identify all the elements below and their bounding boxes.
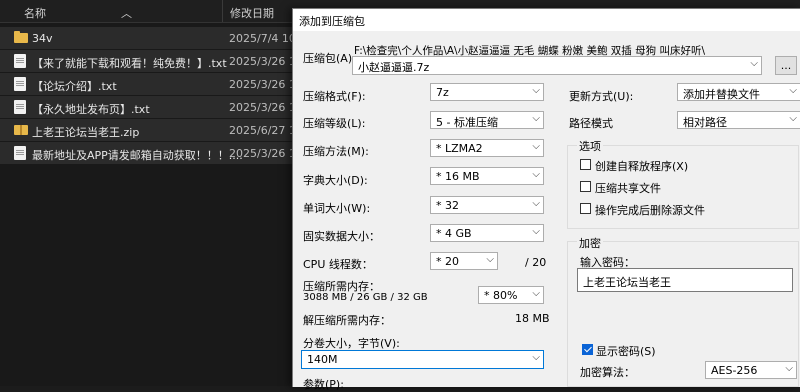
level-label: 压缩等级(L):	[303, 117, 366, 130]
chevron-down-icon: ⌵	[789, 85, 797, 96]
chevron-down-icon: ⌵	[789, 113, 797, 124]
chevron-down-icon: ⌵	[532, 288, 540, 299]
sort-up-icon[interactable]: ︿	[121, 5, 132, 21]
path-mode-value: 相对路径	[683, 116, 727, 129]
mem-decomp-value: 18 MB	[515, 312, 550, 325]
chevron-down-icon: ⌵	[532, 169, 540, 180]
dict-select[interactable]: * 16 MB ⌵	[430, 167, 544, 185]
column-name[interactable]: 名称	[24, 5, 46, 21]
file-name: 34v	[32, 32, 53, 45]
method-label: 压缩方法(M):	[303, 145, 369, 158]
file-name: 【论坛介绍】.txt	[32, 80, 117, 93]
sfx-label[interactable]: 创建自释放程序(X)	[595, 158, 688, 174]
archive-name-combo[interactable]: 小赵逼逼逼.7z ⌵	[352, 56, 762, 75]
method-select[interactable]: * LZMA2 ⌵	[430, 139, 544, 157]
shared-files-label[interactable]: 压缩共享文件	[595, 180, 661, 196]
chevron-down-icon: ⌵	[532, 113, 540, 124]
add-to-archive-dialog: 添加到压缩包 压缩包(A): F:\检查完\个人作品\A\小赵逼逼逼 无毛 蝴蝶…	[292, 8, 800, 391]
update-mode-value: 添加并替换文件	[683, 88, 760, 101]
split-size-combo[interactable]: 140M ⌵	[301, 350, 544, 369]
dialog-title: 添加到压缩包	[299, 15, 365, 28]
mem-decomp-label: 解压缩所需内存：	[303, 314, 391, 327]
update-mode-select[interactable]: 添加并替换文件 ⌵	[677, 83, 800, 101]
chevron-down-icon: ⌵	[532, 198, 540, 209]
enc-method-value: AES-256	[711, 364, 758, 377]
chevron-down-icon: ⌵	[486, 254, 494, 265]
cpu-value: * 20	[436, 255, 459, 268]
options-title: 选项	[577, 138, 603, 154]
format-select[interactable]: 7z ⌵	[430, 83, 544, 101]
format-label: 压缩格式(F):	[303, 90, 366, 103]
chevron-down-icon: ⌵	[785, 363, 793, 374]
show-password-checkbox[interactable]	[582, 344, 593, 355]
encryption-title: 加密	[577, 235, 603, 251]
solid-select[interactable]: * 4 GB ⌵	[430, 224, 544, 242]
txt-file-icon	[14, 77, 26, 91]
archive-label: 压缩包(A):	[303, 52, 356, 65]
zip-file-icon	[14, 125, 28, 135]
column-divider[interactable]	[222, 0, 223, 22]
chevron-down-icon[interactable]: ⌵	[532, 352, 540, 363]
sfx-checkbox[interactable]	[580, 159, 591, 170]
params-label: 参数(P):	[303, 378, 344, 391]
shared-files-checkbox[interactable]	[580, 181, 591, 192]
txt-file-icon	[14, 100, 26, 114]
dict-label: 字典大小(D):	[303, 174, 368, 187]
mem-percent-value: * 80%	[484, 289, 518, 302]
password-input[interactable]: 上老王论坛当老王	[577, 268, 793, 292]
delete-source-label[interactable]: 操作完成后删除源文件	[595, 202, 705, 218]
path-mode-select[interactable]: 相对路径 ⌵	[677, 111, 800, 129]
browse-button[interactable]: ...	[775, 56, 797, 75]
password-value: 上老王论坛当老王	[583, 276, 671, 289]
txt-file-icon	[14, 146, 26, 160]
file-name: 上老王论坛当老王.zip	[32, 126, 140, 139]
level-value: 5 - 标准压缩	[436, 116, 498, 129]
level-select[interactable]: 5 - 标准压缩 ⌵	[430, 111, 544, 129]
dialog-titlebar[interactable]: 添加到压缩包	[293, 9, 800, 31]
chevron-down-icon: ⌵	[532, 141, 540, 152]
mem-percent-select[interactable]: * 80% ⌵	[478, 286, 544, 304]
folder-icon	[14, 31, 28, 43]
cpu-select[interactable]: * 20 ⌵	[430, 252, 498, 270]
split-label: 分卷大小，字节(V):	[303, 337, 400, 350]
chevron-down-icon[interactable]: ⌵	[750, 58, 758, 69]
show-password-label[interactable]: 显示密码(S)	[596, 343, 656, 359]
delete-source-checkbox[interactable]	[580, 203, 591, 214]
file-name: 最新地址及APP请发邮箱自动获取！！！....	[32, 149, 243, 162]
split-size-value: 140M	[307, 353, 338, 366]
cpu-label: CPU 线程数：	[303, 258, 373, 271]
solid-value: * 4 GB	[436, 227, 472, 240]
word-label: 单词大小(W):	[303, 202, 371, 215]
method-value: * LZMA2	[436, 142, 483, 155]
chevron-down-icon: ⌵	[532, 226, 540, 237]
word-select[interactable]: * 32 ⌵	[430, 196, 544, 214]
cpu-total: / 20	[525, 256, 547, 269]
column-date[interactable]: 修改日期	[230, 5, 274, 21]
file-name: 【永久地址发布页】.txt	[32, 103, 150, 116]
enc-method-select[interactable]: AES-256 ⌵	[705, 361, 797, 379]
word-value: * 32	[436, 199, 459, 212]
format-value: 7z	[436, 86, 449, 99]
archive-name-value: 小赵逼逼逼.7z	[358, 61, 430, 74]
mem-comp-detail: 3088 MB / 26 GB / 32 GB	[303, 292, 428, 303]
enc-method-label: 加密算法：	[580, 366, 635, 379]
solid-label: 固实数据大小：	[303, 230, 380, 243]
txt-file-icon	[14, 54, 26, 68]
chevron-down-icon: ⌵	[532, 85, 540, 96]
path-mode-label: 路径模式	[569, 117, 613, 130]
update-label: 更新方式(U):	[569, 90, 634, 103]
file-name: 【来了就能下载和观看！纯免费！】.txt	[32, 57, 227, 70]
dict-value: * 16 MB	[436, 170, 480, 183]
